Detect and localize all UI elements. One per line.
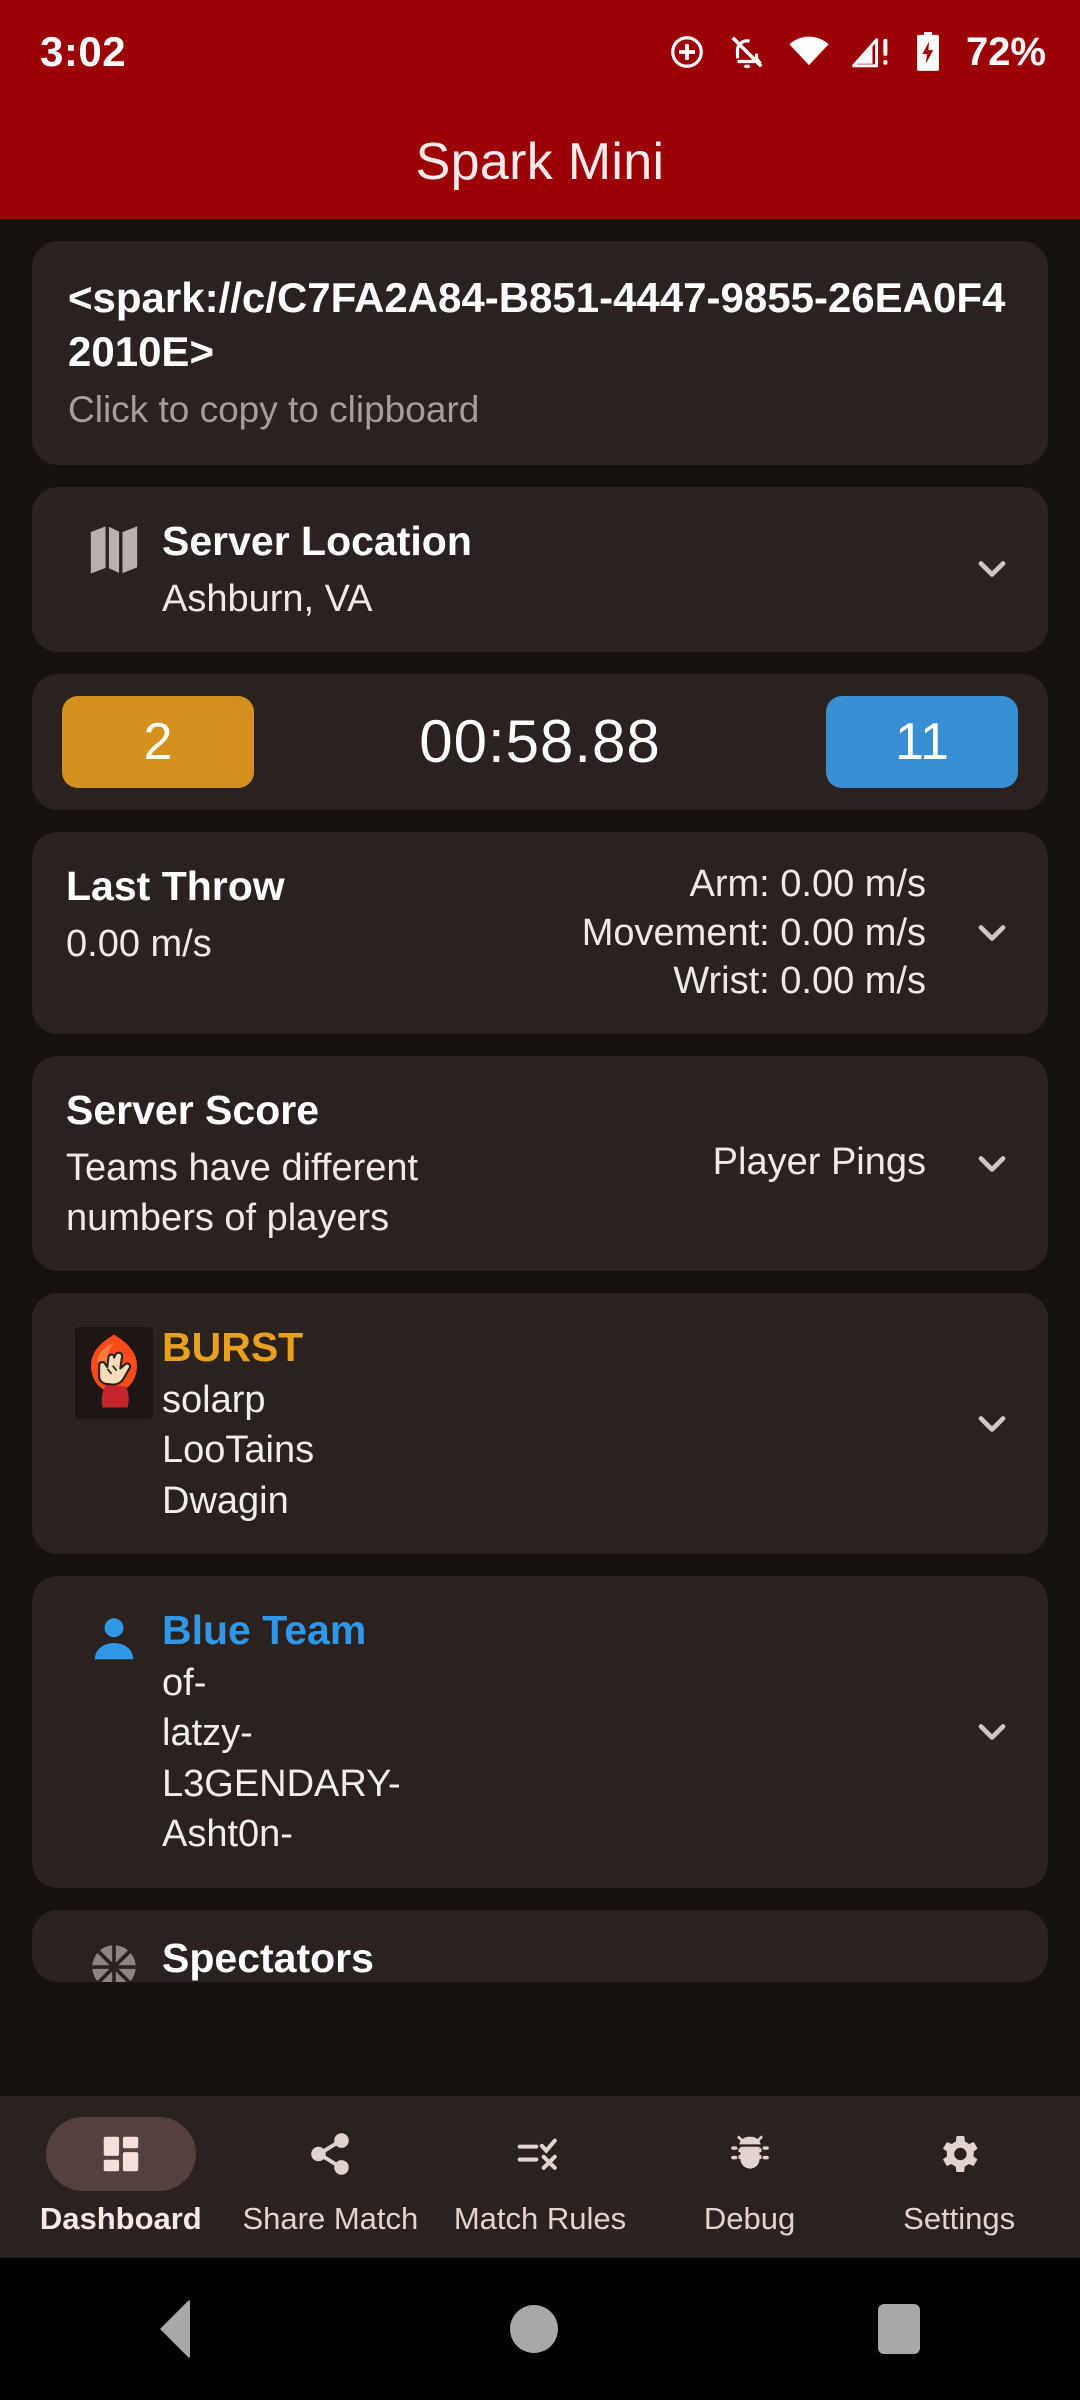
person-icon <box>66 1604 162 1668</box>
last-throw-arm: Arm: 0.00 m/s <box>689 862 927 905</box>
orange-team-card[interactable]: BURST solarp LooTains Dwagin <box>32 1293 1048 1555</box>
last-throw-card[interactable]: Last Throw 0.00 m/s Arm: 0.00 m/s Moveme… <box>32 831 1048 1034</box>
scoreboard-card: 2 00:58.88 11 <box>32 673 1048 810</box>
app-bar: Spark Mini <box>0 104 1080 219</box>
burst-hand-logo-icon <box>66 1321 162 1420</box>
player-pings-label: Player Pings <box>712 1140 926 1183</box>
nav-item-debug[interactable]: Debug <box>645 2117 855 2237</box>
blue-team-player: Asht0n- <box>162 1813 293 1856</box>
spark-url-text: <spark://c/C7FA2A84-B851-4447-9855-26EA0… <box>68 274 1006 375</box>
home-circle-icon[interactable] <box>510 2305 558 2353</box>
nav-label-match-rules: Match Rules <box>453 2201 627 2236</box>
location-target-icon <box>668 33 706 71</box>
server-score-card[interactable]: Server Score Teams have different number… <box>32 1055 1048 1272</box>
last-throw-speed: 0.00 m/s <box>66 923 212 966</box>
copy-hint-label: Click to copy to clipboard <box>68 388 480 430</box>
dashboard-grid-icon <box>45 2117 196 2191</box>
android-navigation-bar <box>0 2258 1080 2400</box>
status-bar-clock: 3:02 <box>40 28 127 75</box>
battery-charging-icon <box>914 32 942 72</box>
wifi-icon <box>788 33 830 71</box>
chevron-down-icon[interactable] <box>944 547 1014 591</box>
chevron-down-icon[interactable] <box>944 1710 1014 1754</box>
blue-team-player: of- <box>162 1661 207 1704</box>
spectators-card[interactable]: Spectators <box>32 1909 1048 1982</box>
last-throw-wrist: Wrist: 0.00 m/s <box>673 960 926 1003</box>
orange-team-name: BURST <box>162 1324 304 1371</box>
spectator-icon <box>66 1932 162 1982</box>
chevron-down-icon[interactable] <box>944 1142 1014 1186</box>
status-bar: 3:02 72% <box>0 0 1080 104</box>
server-location-title: Server Location <box>162 517 472 564</box>
last-throw-movement: Movement: 0.00 m/s <box>581 911 926 954</box>
cellular-signal-warning-icon <box>852 33 892 71</box>
rules-checklist-icon <box>465 2117 615 2191</box>
app-title: Spark Mini <box>415 132 665 191</box>
spectators-title: Spectators <box>162 1934 374 1981</box>
app-root: 3:02 72% Spark Mini <spark://c/C7FA2A84-… <box>0 0 1080 2400</box>
blue-team-player: L3GENDARY- <box>162 1762 401 1805</box>
server-location-value: Ashburn, VA <box>162 577 373 620</box>
spark-url-card[interactable]: <spark://c/C7FA2A84-B851-4447-9855-26EA0… <box>32 241 1048 465</box>
nav-label-dashboard: Dashboard <box>39 2201 202 2236</box>
share-icon <box>255 2117 405 2191</box>
battery-percent-label: 72% <box>965 29 1046 74</box>
nav-item-match-rules[interactable]: Match Rules <box>435 2117 645 2237</box>
server-score-message: Teams have different numbers of players <box>66 1147 419 1240</box>
back-triangle-icon[interactable] <box>160 2299 190 2359</box>
chevron-down-icon[interactable] <box>944 1402 1014 1446</box>
nav-label-settings: Settings <box>903 2201 1016 2236</box>
nav-label-share-match: Share Match <box>242 2201 419 2236</box>
blue-team-card[interactable]: Blue Team of- latzy- L3GENDARY- Asht0n- <box>32 1576 1048 1888</box>
recents-square-icon[interactable] <box>878 2304 920 2354</box>
bottom-navigation-bar: Dashboard Share Match Match Rules Debug … <box>0 2096 1080 2258</box>
scroll-content: <spark://c/C7FA2A84-B851-4447-9855-26EA0… <box>0 219 1080 2400</box>
bug-icon <box>675 2117 825 2191</box>
server-location-card[interactable]: Server Location Ashburn, VA <box>32 486 1048 652</box>
nav-item-share-match[interactable]: Share Match <box>226 2117 436 2237</box>
blue-team-score: 11 <box>826 695 1018 788</box>
orange-team-player: Dwagin <box>162 1479 289 1522</box>
orange-team-score: 2 <box>62 695 254 788</box>
nav-item-dashboard[interactable]: Dashboard <box>16 2117 226 2237</box>
orange-team-player: solarp <box>162 1378 266 1421</box>
status-bar-icons: 72% <box>668 30 1046 75</box>
blue-team-name: Blue Team <box>162 1607 367 1654</box>
last-throw-title: Last Throw <box>66 862 285 909</box>
gear-icon <box>884 2117 1034 2191</box>
nav-item-settings[interactable]: Settings <box>854 2117 1064 2237</box>
chevron-down-icon[interactable] <box>944 911 1014 955</box>
map-icon <box>66 515 162 579</box>
orange-team-player: LooTains <box>162 1429 315 1472</box>
server-score-title: Server Score <box>66 1086 320 1133</box>
nav-label-debug: Debug <box>703 2201 796 2236</box>
match-clock: 00:58.88 <box>419 708 661 776</box>
notifications-off-icon <box>728 33 766 71</box>
blue-team-player: latzy- <box>162 1712 253 1755</box>
